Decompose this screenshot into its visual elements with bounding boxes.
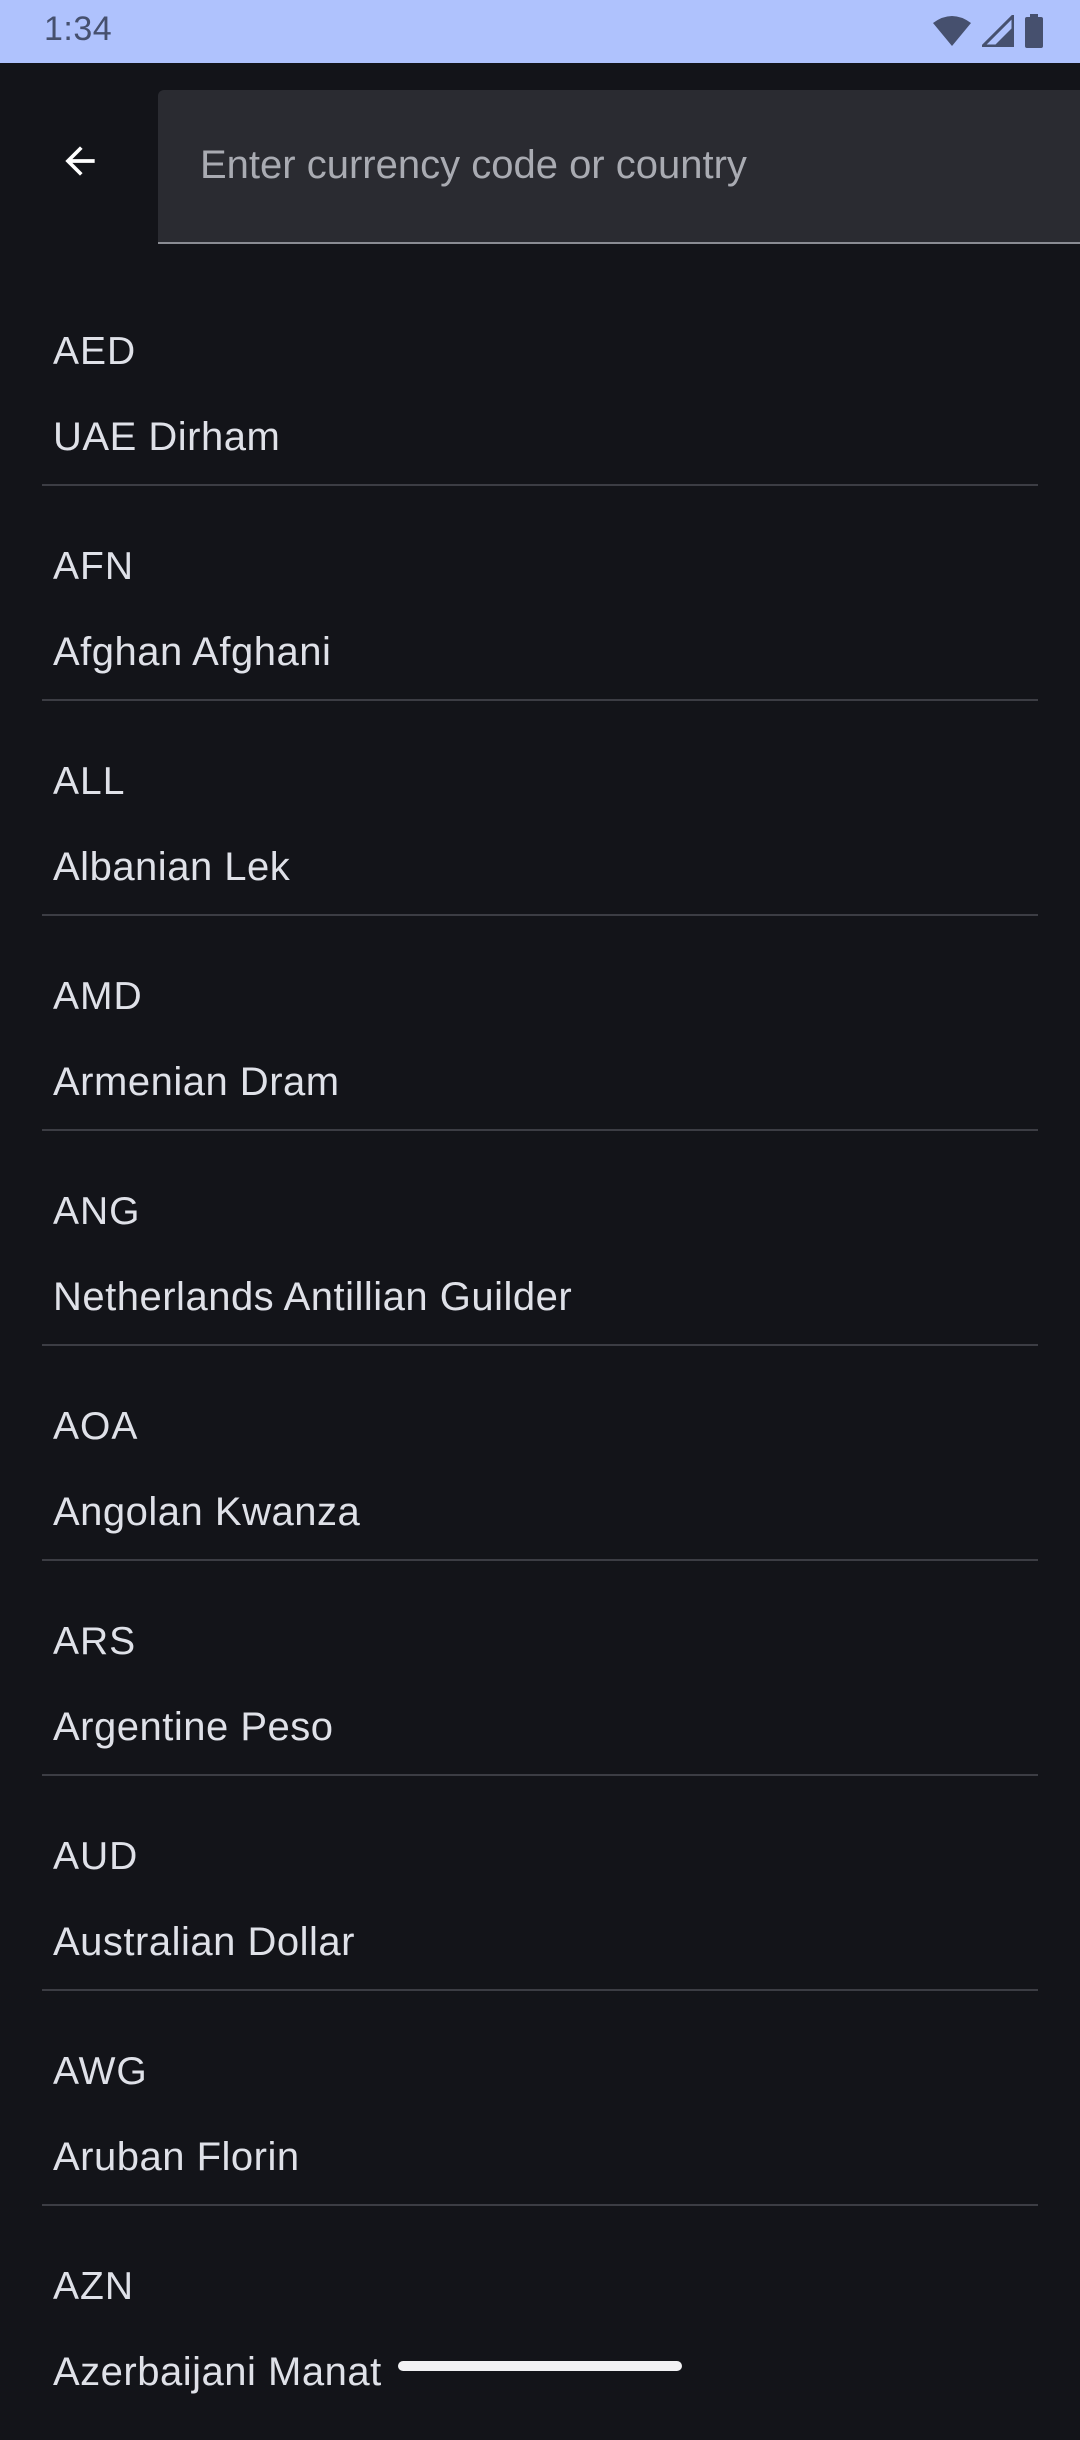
currency-list-item[interactable]: AFN Afghan Afghani <box>0 505 1080 720</box>
currency-code: AUD <box>53 1835 139 1878</box>
currency-code: ALL <box>53 760 126 803</box>
currency-code: ANG <box>53 1190 141 1233</box>
cellular-signal-icon <box>982 15 1014 47</box>
divider <box>42 1129 1038 1131</box>
divider <box>42 1774 1038 1776</box>
divider <box>42 484 1038 486</box>
currency-code: AOA <box>53 1405 139 1448</box>
battery-icon <box>1024 14 1044 48</box>
currency-code: AWG <box>53 2050 148 2093</box>
status-time: 1:34 <box>44 10 113 48</box>
divider <box>42 699 1038 701</box>
currency-list: AED UAE Dirham AFN Afghan Afghani ALL Albania… <box>0 290 1080 2440</box>
divider <box>42 914 1038 916</box>
app-bar <box>0 63 1080 248</box>
currency-code: AZN <box>53 2265 134 2308</box>
currency-name: Afghan Afghani <box>53 630 332 674</box>
divider <box>42 1559 1038 1561</box>
currency-code: AED <box>53 330 137 373</box>
divider <box>42 1989 1038 1991</box>
currency-list-item[interactable]: AUD Australian Dollar <box>0 1795 1080 2010</box>
divider <box>42 1344 1038 1346</box>
currency-list-item[interactable]: AZN Azerbaijani Manat <box>0 2225 1080 2440</box>
currency-list-item[interactable]: ARS Argentine Peso <box>0 1580 1080 1795</box>
currency-name: Aruban Florin <box>53 2135 300 2179</box>
currency-name: Albanian Lek <box>53 845 291 889</box>
currency-list-item[interactable]: AWG Aruban Florin <box>0 2010 1080 2225</box>
currency-name: Azerbaijani Manat <box>53 2350 382 2394</box>
wifi-icon <box>932 15 972 47</box>
currency-name: Australian Dollar <box>53 1920 355 1964</box>
currency-code: AMD <box>53 975 143 1018</box>
search-input[interactable] <box>200 90 1060 240</box>
gesture-handle[interactable] <box>398 2361 682 2371</box>
search-field[interactable] <box>158 90 1080 244</box>
status-icons <box>932 14 1044 48</box>
currency-list-item[interactable]: ANG Netherlands Antillian Guilder <box>0 1150 1080 1365</box>
back-button[interactable] <box>40 123 120 203</box>
currency-list-item[interactable]: AOA Angolan Kwanza <box>0 1365 1080 1580</box>
currency-name: Netherlands Antillian Guilder <box>53 1275 573 1319</box>
currency-name: Angolan Kwanza <box>53 1490 361 1534</box>
currency-name: UAE Dirham <box>53 415 281 459</box>
arrow-back-icon <box>58 139 102 188</box>
status-bar: 1:34 <box>0 0 1080 63</box>
currency-name: Armenian Dram <box>53 1060 340 1104</box>
divider <box>42 2204 1038 2206</box>
currency-list-item[interactable]: AMD Armenian Dram <box>0 935 1080 1150</box>
currency-list-item[interactable]: AED UAE Dirham <box>0 290 1080 505</box>
currency-name: Argentine Peso <box>53 1705 334 1749</box>
currency-code: ARS <box>53 1620 137 1663</box>
currency-list-item[interactable]: ALL Albanian Lek <box>0 720 1080 935</box>
currency-code: AFN <box>53 545 134 588</box>
